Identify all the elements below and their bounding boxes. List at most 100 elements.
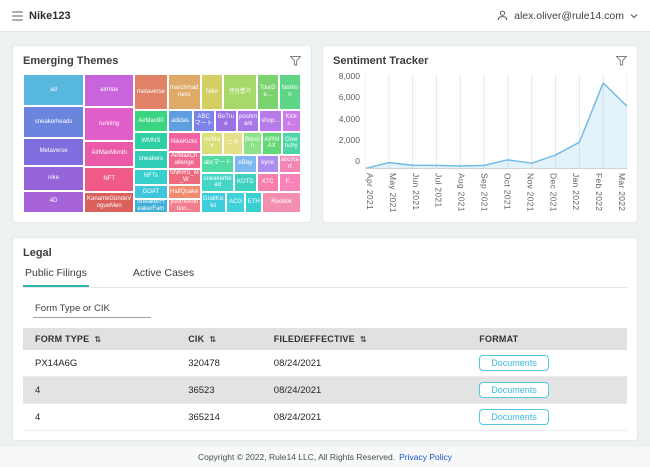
top-navbar: Nike123 alex.oliver@rule14.com bbox=[0, 0, 650, 32]
treemap-tile[interactable]: ニキ bbox=[223, 132, 242, 154]
treemap-tile[interactable]: airmax bbox=[84, 74, 134, 107]
treemap-tile[interactable]: kyrie bbox=[257, 155, 279, 173]
treemap-tile[interactable]: nike bbox=[23, 166, 84, 191]
treemap-tile[interactable]: Metaverse bbox=[23, 138, 84, 166]
treemap-tile[interactable]: TourDe... bbox=[257, 74, 279, 110]
treemap-tile[interactable]: Nike bbox=[201, 74, 223, 110]
treemap-tile[interactable]: F... bbox=[279, 173, 301, 192]
treemap-tile[interactable]: WMNS bbox=[134, 132, 167, 150]
format-cell: Documents bbox=[467, 377, 627, 404]
treemap-tile[interactable]: XTC bbox=[257, 173, 279, 192]
sort-icon[interactable]: ⇅ bbox=[209, 335, 216, 344]
treemap-tile[interactable]: poshmark bbox=[237, 110, 259, 132]
treemap-tile[interactable]: Kicks... bbox=[282, 110, 301, 132]
x-axis-labels: Apr 2021May 2021Jun 2021Jul 2021Aug 2021… bbox=[365, 169, 627, 213]
sort-icon[interactable]: ⇅ bbox=[360, 335, 367, 344]
treemap-tile[interactable]: abcmart bbox=[279, 155, 301, 173]
menu-icon[interactable] bbox=[12, 11, 23, 21]
sentiment-chart-svg bbox=[365, 74, 627, 169]
treemap-tile[interactable]: abcマート bbox=[201, 155, 234, 173]
treemap-tile[interactable]: sneakers bbox=[134, 150, 167, 168]
treemap-tile[interactable]: ad bbox=[23, 74, 84, 106]
documents-button[interactable]: Documents bbox=[479, 355, 549, 371]
table-cell: 08/24/2021 bbox=[262, 404, 468, 431]
treemap-tile[interactable]: ABCマート bbox=[193, 110, 215, 132]
page-footer: Copyright © 2022, Rule14 LLC, All Rights… bbox=[0, 447, 650, 467]
legal-card: Legal Public Filings Active Cases FORM T… bbox=[12, 237, 638, 441]
treemap-tile[interactable]: sneakerheads bbox=[23, 106, 84, 138]
brand-title: Nike123 bbox=[29, 10, 71, 22]
treemap-tile[interactable]: AIRMAX bbox=[262, 132, 281, 154]
table-cell: 36523 bbox=[176, 377, 262, 404]
treemap-tile[interactable]: fashion bbox=[279, 74, 301, 110]
filter-icon[interactable] bbox=[616, 56, 627, 66]
main-content: Emerging Themes adsneakerheadsMetaversen… bbox=[0, 32, 650, 447]
treemap-tile[interactable]: 랜덤뽑기 bbox=[223, 74, 256, 110]
sort-icon[interactable]: ⇅ bbox=[94, 335, 101, 344]
table-cell: 4 bbox=[23, 404, 176, 431]
treemap-tile[interactable]: shop... bbox=[259, 110, 281, 132]
treemap-tile[interactable]: adidas bbox=[168, 110, 193, 132]
y-tick-label: 8,000 bbox=[339, 71, 360, 81]
form-type-cik-input[interactable] bbox=[33, 300, 151, 318]
treemap-tile[interactable]: AirMax90 bbox=[134, 110, 167, 132]
tab-public-filings[interactable]: Public Filings bbox=[23, 267, 89, 287]
copyright-text: Copyright © 2022, Rule14 LLC, All Rights… bbox=[198, 452, 395, 462]
column-header-format: FORMAT bbox=[467, 328, 627, 350]
filter-icon[interactable] bbox=[290, 56, 301, 66]
treemap-tile[interactable]: HalfQuake bbox=[168, 185, 201, 199]
y-tick-label: 2,000 bbox=[339, 135, 360, 145]
treemap-tile[interactable]: AirMaxMonth bbox=[84, 141, 134, 167]
privacy-policy-link[interactable]: Privacy Policy bbox=[399, 452, 452, 462]
emerging-themes-card: Emerging Themes adsneakerheadsMetaversen… bbox=[12, 45, 312, 223]
treemap-tile[interactable]: AirMaxChallenge bbox=[168, 152, 201, 169]
chevron-down-icon[interactable] bbox=[630, 13, 638, 19]
treemap-tile[interactable]: GrailKicks bbox=[201, 192, 226, 213]
treemap-tile[interactable]: AirMax bbox=[201, 132, 223, 154]
treemap-tile[interactable]: Givenchy bbox=[282, 132, 301, 154]
user-menu[interactable]: alex.oliver@rule14.com bbox=[497, 10, 638, 22]
x-tick-label: Oct 2021 bbox=[502, 173, 512, 213]
documents-button[interactable]: Documents bbox=[479, 409, 549, 425]
treemap-tile[interactable]: ACG bbox=[226, 192, 245, 213]
treemap-tile[interactable]: GOAT bbox=[134, 185, 167, 199]
treemap-tile[interactable]: Reebok bbox=[262, 192, 301, 213]
treemap-tile[interactable]: metaverse bbox=[134, 74, 167, 110]
legal-title: Legal bbox=[23, 247, 627, 259]
x-tick-label: Jul 2021 bbox=[434, 173, 444, 213]
treemap-tile[interactable]: eBay bbox=[234, 155, 256, 173]
treemap-tile[interactable]: SneakerFreakerFam bbox=[134, 199, 167, 213]
sentiment-tracker-card: Sentiment Tracker 8,0006,0004,0002,0000 … bbox=[322, 45, 638, 223]
tab-active-cases[interactable]: Active Cases bbox=[131, 267, 196, 287]
treemap-tile[interactable]: 4D bbox=[23, 191, 84, 213]
table-cell: PX14A6G bbox=[23, 350, 176, 377]
legal-tabs: Public Filings Active Cases bbox=[23, 267, 627, 288]
x-tick-label: Aug 2021 bbox=[457, 173, 467, 213]
treemap-tile[interactable]: ETH bbox=[245, 192, 262, 213]
treemap-tile[interactable]: NFT bbox=[84, 167, 134, 192]
filings-table-header: FORM TYPE⇅CIK⇅FILED/EFFECTIVE⇅FORMAT bbox=[23, 328, 627, 350]
treemap-tile[interactable]: SNKRS_M_W bbox=[168, 169, 201, 186]
treemap-tile[interactable]: running bbox=[84, 107, 134, 140]
column-header-filed-effective[interactable]: FILED/EFFECTIVE⇅ bbox=[262, 328, 468, 350]
documents-button[interactable]: Documents bbox=[479, 382, 549, 398]
treemap-tile[interactable]: sneakerhead bbox=[201, 173, 234, 192]
treemap-tile[interactable]: KOTD bbox=[234, 173, 256, 192]
treemap-tile[interactable]: Bitcoin bbox=[243, 132, 262, 154]
table-row: PX14A6G32047808/24/2021Documents bbox=[23, 350, 627, 377]
column-header-cik[interactable]: CIK⇅ bbox=[176, 328, 262, 350]
treemap-tile[interactable]: marchmadness bbox=[168, 74, 201, 110]
x-tick-label: Feb 2022 bbox=[594, 173, 604, 213]
x-tick-label: May 2021 bbox=[388, 173, 398, 213]
table-cell: 4 bbox=[23, 377, 176, 404]
user-icon bbox=[497, 10, 508, 21]
treemap-tile[interactable]: yourrevolution... bbox=[168, 199, 201, 213]
treemap-tile[interactable]: BeTrue bbox=[215, 110, 237, 132]
x-tick-label: Jan 2022 bbox=[571, 173, 581, 213]
table-cell: 08/24/2021 bbox=[262, 377, 468, 404]
treemap-tile[interactable]: NFTs bbox=[134, 169, 167, 186]
treemap-tile[interactable]: KanameGündeVogueMen bbox=[84, 192, 134, 213]
column-header-form-type[interactable]: FORM TYPE⇅ bbox=[23, 328, 176, 350]
format-cell: Documents bbox=[467, 404, 627, 431]
treemap-tile[interactable]: NikeKicks bbox=[168, 132, 201, 151]
